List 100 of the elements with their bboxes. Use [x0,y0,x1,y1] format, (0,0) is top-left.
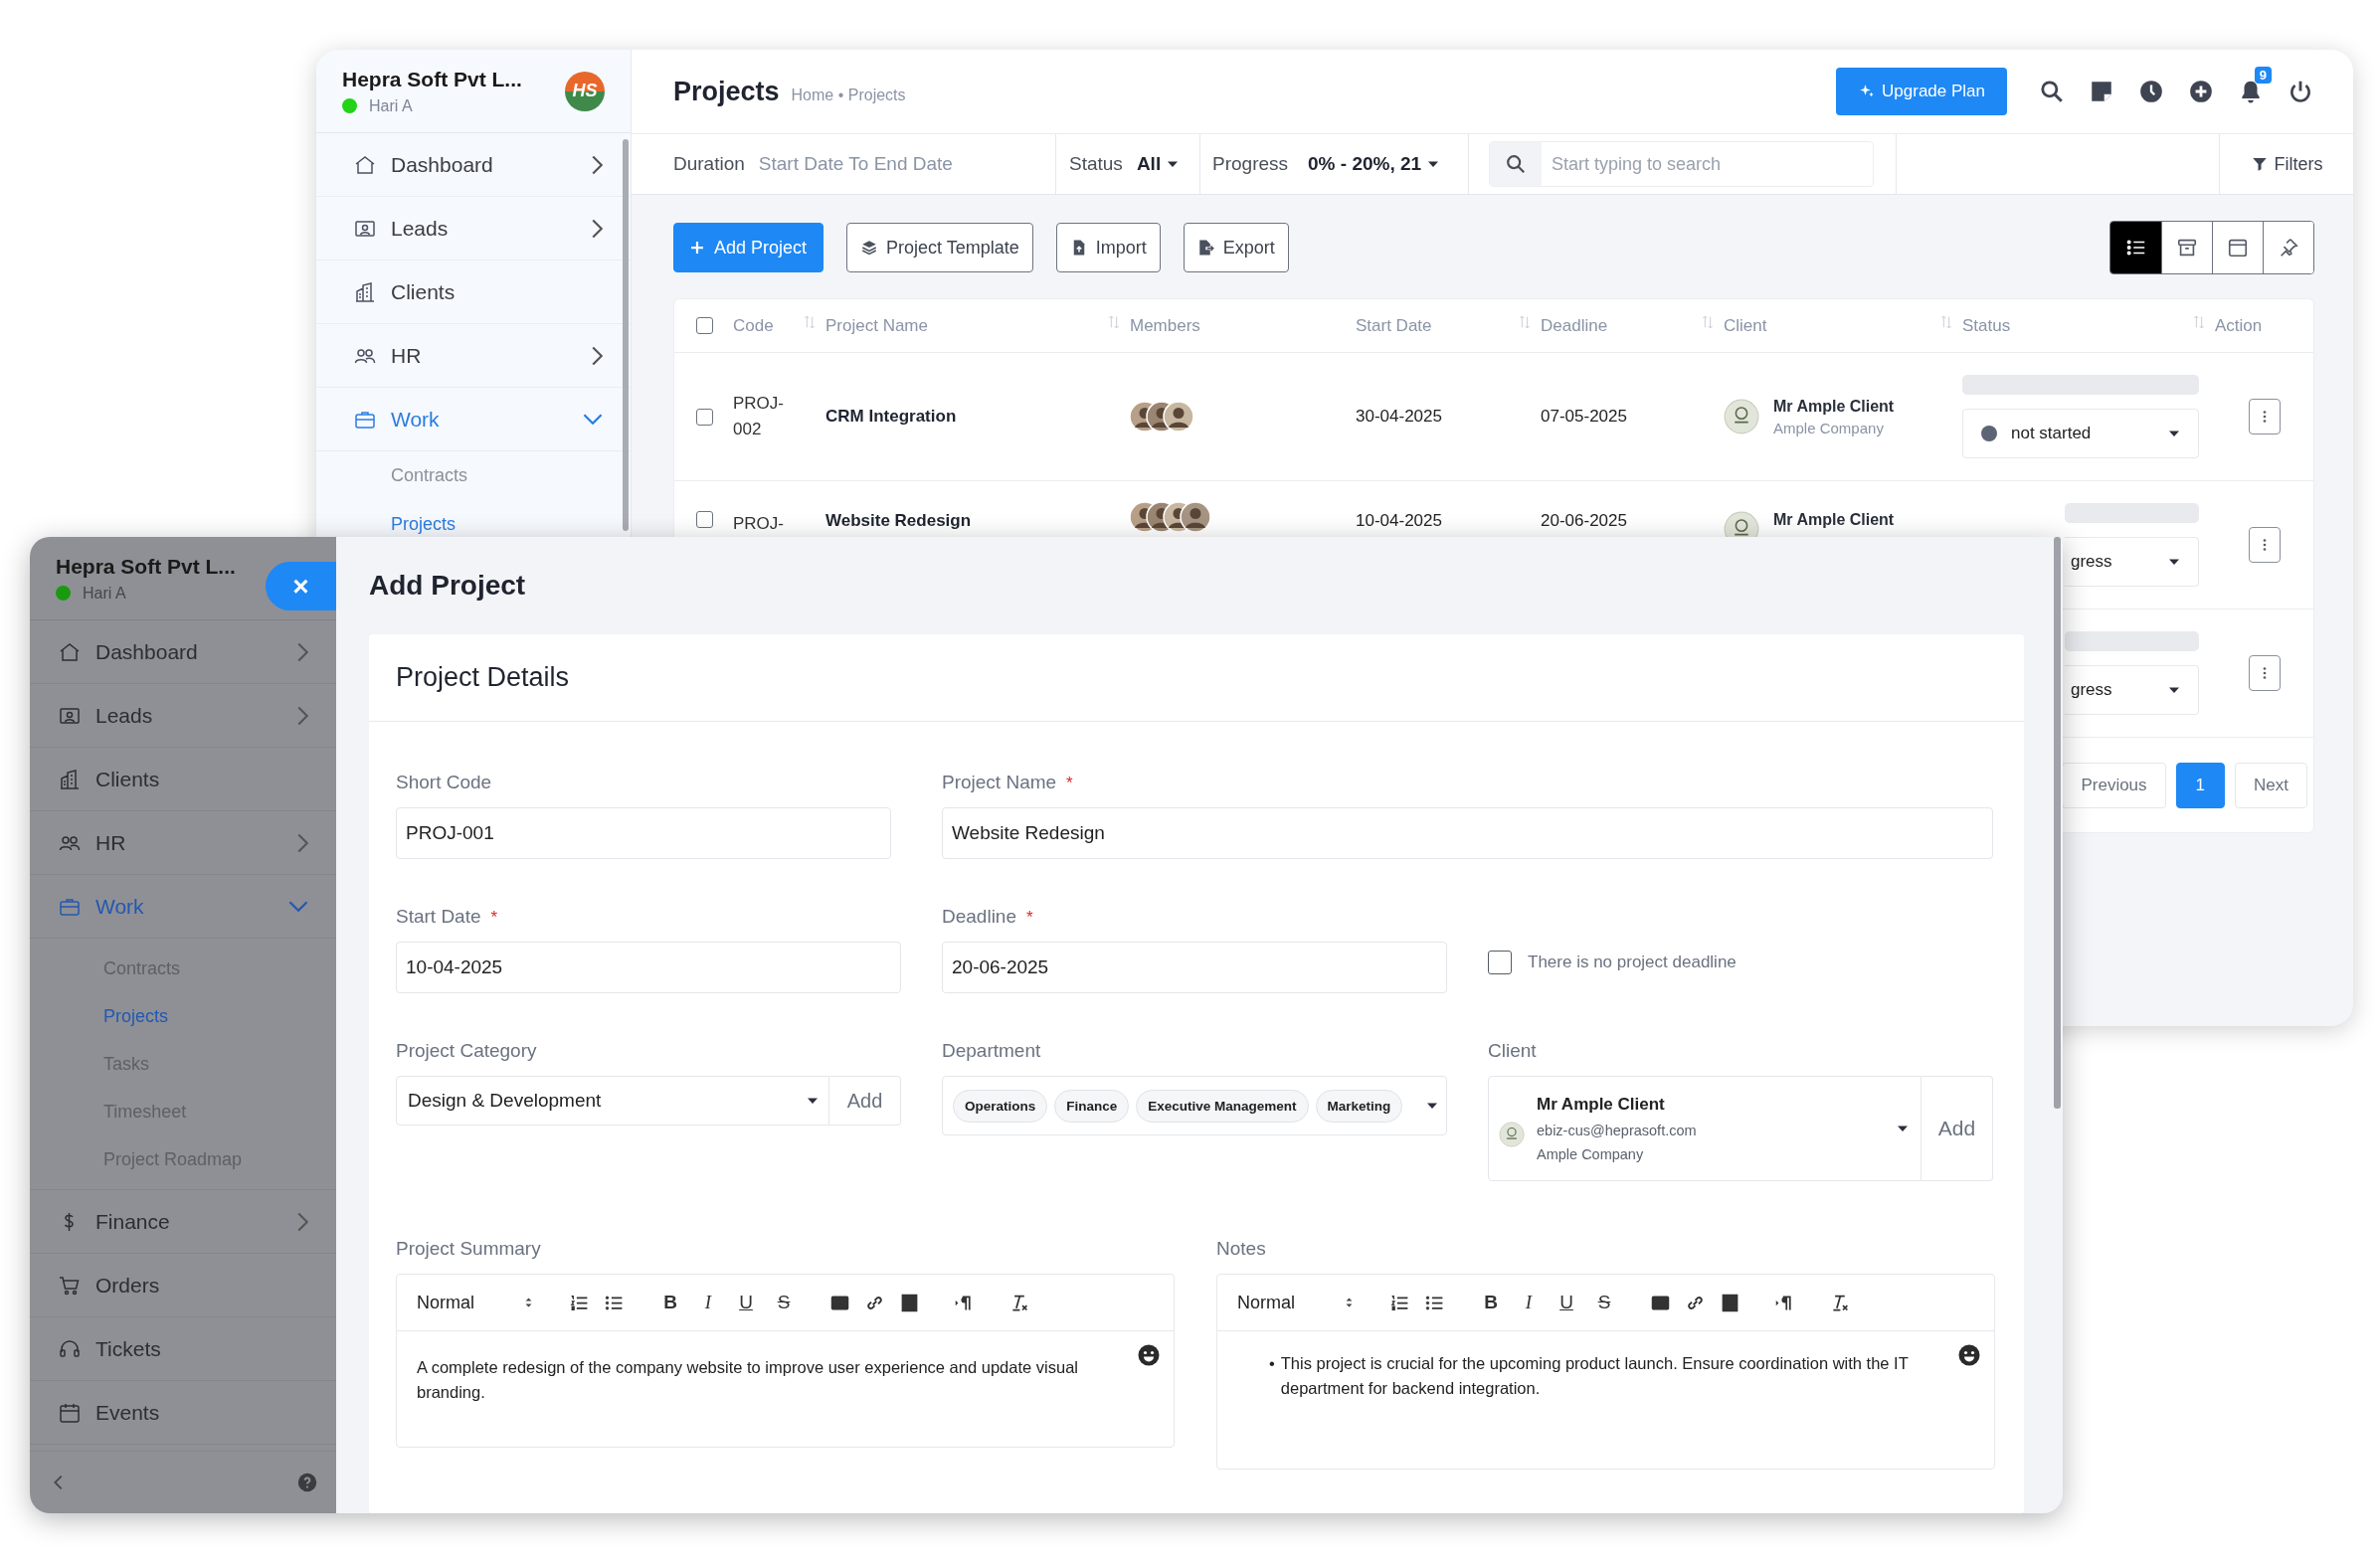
row-checkbox[interactable] [696,511,713,528]
format-button[interactable]: I [696,1292,720,1313]
department-tag[interactable]: Operations [953,1089,1048,1123]
page-title: Projects [673,76,780,107]
nav-item[interactable]: Clients [30,748,336,811]
format-button[interactable]: S [772,1292,796,1313]
client-logo-icon [1499,1122,1525,1147]
user-name: Hari A [369,96,413,115]
nav-item[interactable]: Dashboard [30,620,336,684]
emoji-icon[interactable] [1137,1343,1161,1367]
toolbar-button[interactable]: Add Project [673,223,824,272]
company-name: Hepra Soft Pvt L... [56,554,236,579]
status-filter-dropdown[interactable]: All [1136,153,1180,175]
pagination-button[interactable]: Next [2235,762,2307,808]
column-header: Action [2215,315,2263,336]
deadline-date: 20-06-2025 [1541,511,1627,531]
panel-title: Add Project [368,569,526,603]
filters-button[interactable]: Filters [2250,153,2323,175]
toolbar-button[interactable]: Import [1055,223,1161,272]
chevron-down-icon [583,414,603,425]
view-toggle-button[interactable] [2161,222,2212,273]
editor-text: A complete redesign of the company website to improve user experience and update visual branding. [417,1357,1079,1403]
view-toggle-button[interactable] [2110,222,2161,273]
close-button[interactable]: × [266,562,336,610]
toolbar-button[interactable]: Project Template [846,223,1033,272]
department-select[interactable]: Operations Finance Executive Management Marketing [942,1076,1447,1135]
view-toggle-button[interactable] [2263,222,2313,273]
start-date-field[interactable]: 10-04-2025 [396,942,901,993]
format-button[interactable]: B [658,1292,682,1313]
client-name: Mr Ample Client [1537,1095,1666,1115]
chevron-right-icon [592,345,603,366]
notification-badge: 9 [2254,67,2272,84]
status-select[interactable]: not started [1962,409,2199,458]
checkbox[interactable] [1488,951,1512,974]
updown-icon [1345,1296,1354,1309]
archive-icon [2176,237,2198,259]
format-button[interactable]: S [1592,1292,1616,1313]
rich-text-editor[interactable]: Normal B I U S • This project is crucial for the upcoming product launch. Ensure coordination with the IT department for backend integration. [1216,1274,1995,1470]
view-toggle-button[interactable] [2212,222,2263,273]
clock-icon[interactable] [2138,79,2164,104]
nav-subitem[interactable]: Projects [316,512,631,536]
project-name[interactable]: CRM Integration [825,407,957,427]
list-bullet: • [1269,1353,1275,1374]
client-email: ebiz-cus@heprasoft.com [1537,1123,1698,1138]
emoji-icon[interactable] [1957,1343,1981,1367]
status-select[interactable]: gress [2065,665,2199,715]
sticky-note-icon[interactable] [2089,79,2114,104]
more-actions-button[interactable] [2248,527,2281,563]
nav-item[interactable]: Orders [30,1254,336,1317]
field-label: Start Date [396,906,481,928]
department-tag[interactable]: Executive Management [1136,1089,1309,1123]
project-name[interactable]: Website Redesign [825,511,972,531]
help-icon[interactable] [296,1472,318,1493]
building-icon [353,279,377,304]
nav-item[interactable]: Leads [30,684,336,748]
search-box[interactable]: Start typing to search [1489,141,1874,187]
upgrade-plan-button[interactable]: Upgrade Plan [1836,68,2007,115]
field-label: Notes [1216,1238,1266,1260]
add-icon[interactable] [2188,79,2214,104]
nav-item[interactable]: Finance [30,1190,336,1254]
format-select[interactable]: Normal [1237,1292,1354,1313]
format-button[interactable]: U [1555,1292,1578,1313]
more-actions-button[interactable] [2248,399,2281,434]
nav-item[interactable]: HR [30,811,336,875]
format-button[interactable]: U [734,1292,758,1313]
layers-icon [860,239,879,257]
scrollbar[interactable] [2054,537,2061,1109]
progress-filter-dropdown[interactable]: 0% - 20%, 21 [1308,153,1440,175]
department-tag[interactable]: Marketing [1315,1089,1403,1123]
more-actions-button[interactable] [2248,655,2281,691]
pagination-button[interactable]: 1 [2175,762,2226,808]
client-select[interactable]: Mr Ample Client ebiz-cus@heprasoft.com Ample Company [1488,1076,1922,1181]
format-button[interactable]: I [1517,1292,1541,1313]
category-select[interactable]: Design & Development [396,1076,829,1126]
nav-item[interactable]: Tickets [30,1317,336,1381]
member-avatar-stack[interactable] [1130,401,1193,433]
add-client-button[interactable]: Add [1922,1076,1993,1181]
select-all-checkbox[interactable] [696,317,713,334]
row-checkbox[interactable] [696,408,713,426]
search-button[interactable] [1490,142,1542,186]
project-code: PROJ-002 [733,392,785,440]
rich-text-editor[interactable]: Normal B I U S A complete redesign of the company website to improve user experience and update visual branding. [396,1274,1175,1448]
status-select[interactable]: gress [2065,537,2199,587]
deadline-field[interactable]: 20-06-2025 [942,942,1447,993]
nav-item[interactable]: Events [30,1381,336,1445]
deadline-date: 07-05-2025 [1541,407,1627,427]
department-tag[interactable]: Finance [1054,1089,1130,1123]
format-select[interactable]: Normal [417,1292,533,1313]
member-avatar-stack[interactable] [1130,501,1210,533]
add-category-button[interactable]: Add [829,1076,901,1126]
chevron-right-icon [297,1211,308,1232]
format-button[interactable]: B [1479,1292,1503,1313]
filter-label: Status [1069,153,1123,175]
project-name-field[interactable]: Website Redesign [942,807,1993,859]
power-icon[interactable] [2288,79,2313,104]
scrollbar[interactable] [623,139,629,531]
search-icon[interactable] [2039,79,2065,104]
short-code-field[interactable]: PROJ-001 [396,807,891,859]
toolbar-button[interactable]: Export [1183,223,1289,272]
client-company: Ample Company [1773,419,1885,436]
